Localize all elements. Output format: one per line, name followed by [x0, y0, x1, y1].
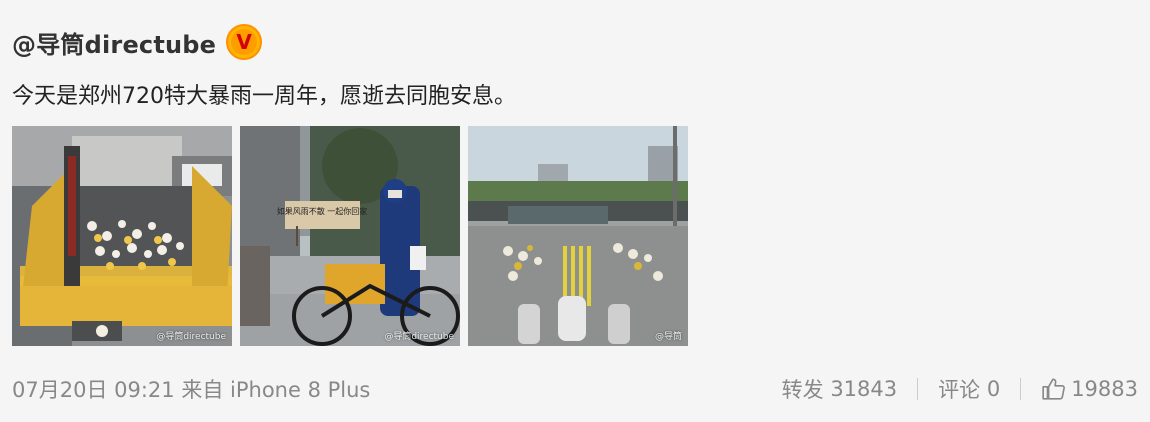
repost-label: 转发: [781, 378, 824, 402]
verified-badge-icon: V: [226, 24, 263, 60]
repost-count: 31843: [830, 377, 898, 401]
post-text: 今天是郑州720特大暴雨一周年，愿逝去同胞安息。: [12, 84, 516, 109]
photo-watermark: @导筒directube: [384, 332, 454, 342]
comment-label: 评论: [938, 378, 981, 402]
photo-street-memorial[interactable]: @导筒: [468, 126, 688, 346]
photo-street-memorial-image: [468, 126, 688, 346]
photo-watermark: @导筒directube: [156, 332, 226, 342]
post-meta: 07月20日 09:21 来自 iPhone 8 Plus: [12, 374, 782, 404]
author-name[interactable]: @导筒directube: [12, 25, 216, 60]
repost-button[interactable]: 转发 31843: [782, 374, 898, 404]
post-header: @导筒directube V: [12, 22, 263, 62]
thumbs-up-icon: [1042, 378, 1066, 400]
source-prefix: 来自: [181, 378, 224, 402]
divider: [1020, 378, 1022, 400]
post-footer: 07月20日 09:21 来自 iPhone 8 Plus 转发 31843 评…: [12, 374, 1138, 404]
like-button[interactable]: 19883: [1041, 376, 1138, 402]
divider: [917, 378, 919, 400]
photo-memorial-flowers[interactable]: @导筒directube: [12, 126, 232, 346]
post-actions: 转发 31843 评论 0 19883: [782, 374, 1138, 404]
photo-cyclist-with-sign-image: 如果风雨不散 一起你回家: [240, 126, 460, 346]
photo-cyclist-with-sign[interactable]: 如果风雨不散 一起你回家 @导筒directube: [240, 126, 460, 346]
comment-button[interactable]: 评论 0: [938, 374, 1000, 404]
comment-count: 0: [986, 377, 1001, 401]
like-count: 19883: [1071, 377, 1138, 401]
photo-memorial-flowers-image: [12, 126, 232, 346]
verified-badge-letter: V: [231, 29, 258, 55]
sign-text-line1: 如果风雨不散 一起你回家: [277, 206, 368, 216]
post-source[interactable]: iPhone 8 Plus: [230, 378, 370, 402]
photo-watermark: @导筒: [654, 332, 682, 342]
post-time[interactable]: 07月20日 09:21: [12, 378, 175, 402]
photo-grid: @导筒directube 如果风雨不散 一起你回家 @导筒directube @…: [12, 126, 688, 346]
